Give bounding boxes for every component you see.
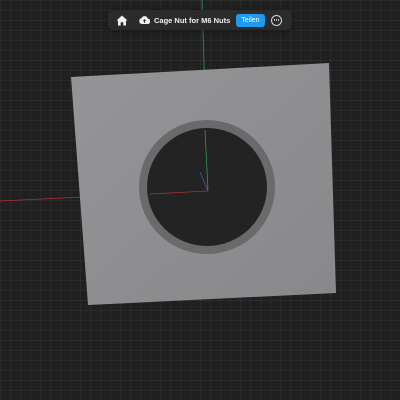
more-options-button[interactable] xyxy=(265,10,289,30)
share-button[interactable]: Teilen xyxy=(236,13,265,27)
more-options-icon xyxy=(271,14,283,26)
document-title[interactable]: Cage Nut for M6 Nuts xyxy=(154,16,230,25)
home-button[interactable] xyxy=(108,10,136,30)
top-toolbar: Cage Nut for M6 Nuts Teilen xyxy=(108,10,292,30)
model-scene[interactable] xyxy=(0,0,400,400)
cloud-sync-button[interactable] xyxy=(136,10,152,30)
3d-viewport[interactable]: Cage Nut for M6 Nuts Teilen xyxy=(0,0,400,400)
home-icon xyxy=(116,15,128,25)
cloud-sync-icon xyxy=(138,16,150,24)
center-hole[interactable] xyxy=(147,128,267,246)
